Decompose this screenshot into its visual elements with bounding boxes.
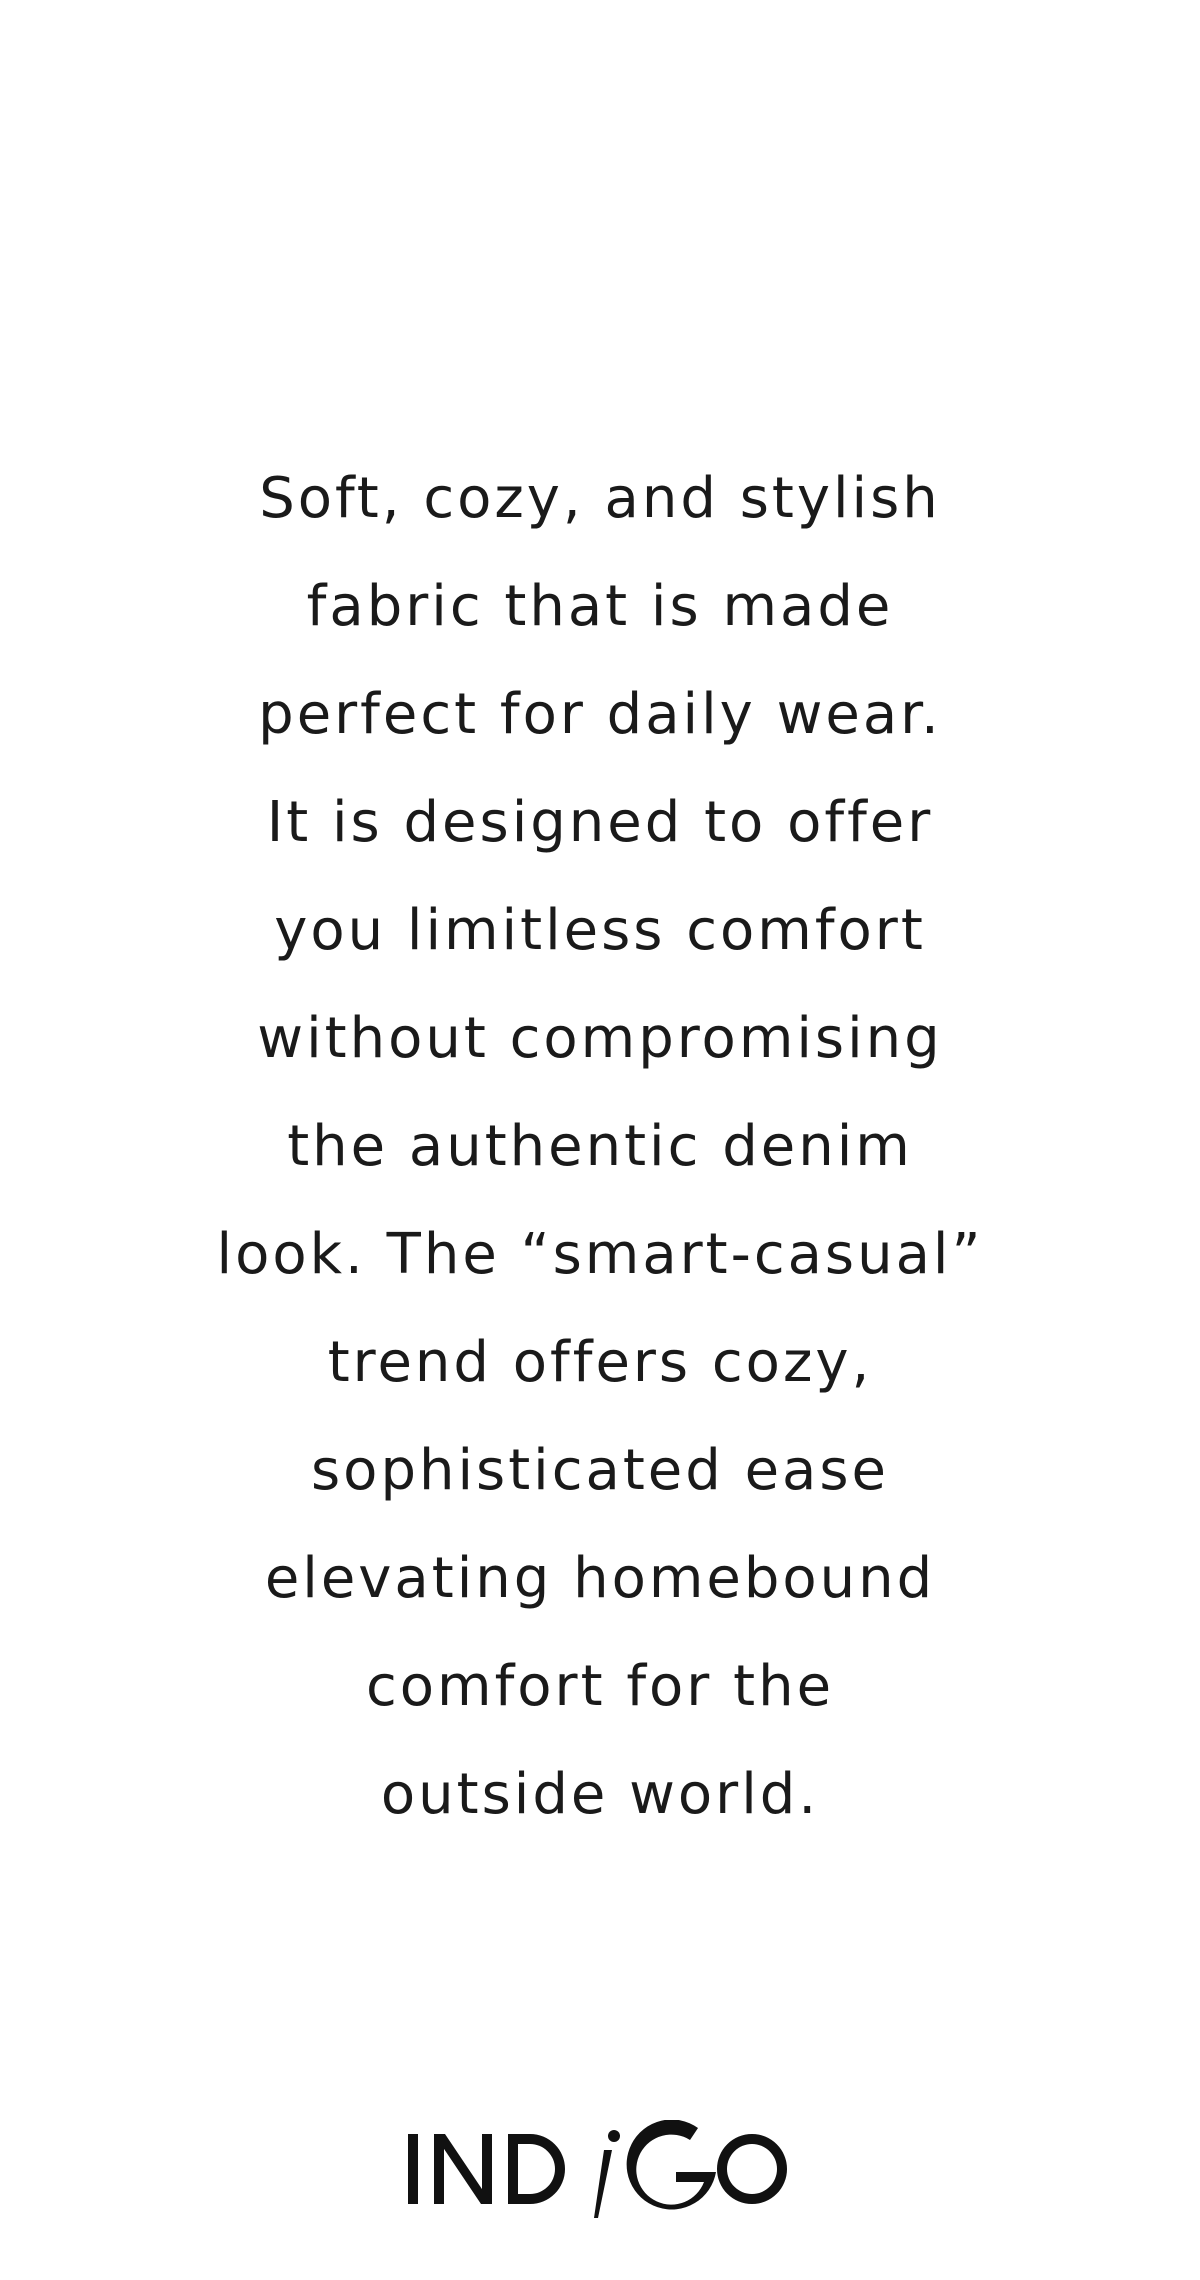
body-copy-line: comfort for the — [365, 1654, 835, 1719]
body-copy-line: trend offers cozy, — [327, 1330, 873, 1395]
body-copy-line: sophisticated ease — [311, 1438, 889, 1503]
indigo-logo-icon — [400, 2120, 800, 2220]
body-copy-line: look. The “smart-casual” — [216, 1222, 984, 1287]
body-copy-line: the authentic denim — [287, 1114, 913, 1179]
body-copy-line: fabric that is made — [306, 574, 894, 639]
body-copy-line: without compromising — [257, 1006, 943, 1071]
body-copy-line: outside world. — [380, 1762, 820, 1827]
body-copy: Soft, cozy, and stylish fabric that is m… — [0, 445, 1200, 1849]
body-copy-line: perfect for daily wear. — [258, 682, 942, 747]
body-copy-line: you limitless comfort — [274, 898, 926, 963]
body-copy-line: elevating homebound — [264, 1546, 936, 1611]
page: Soft, cozy, and stylish fabric that is m… — [0, 0, 1200, 2280]
body-copy-line: It is designed to offer — [266, 790, 934, 855]
body-copy-line: Soft, cozy, and stylish — [259, 466, 941, 531]
